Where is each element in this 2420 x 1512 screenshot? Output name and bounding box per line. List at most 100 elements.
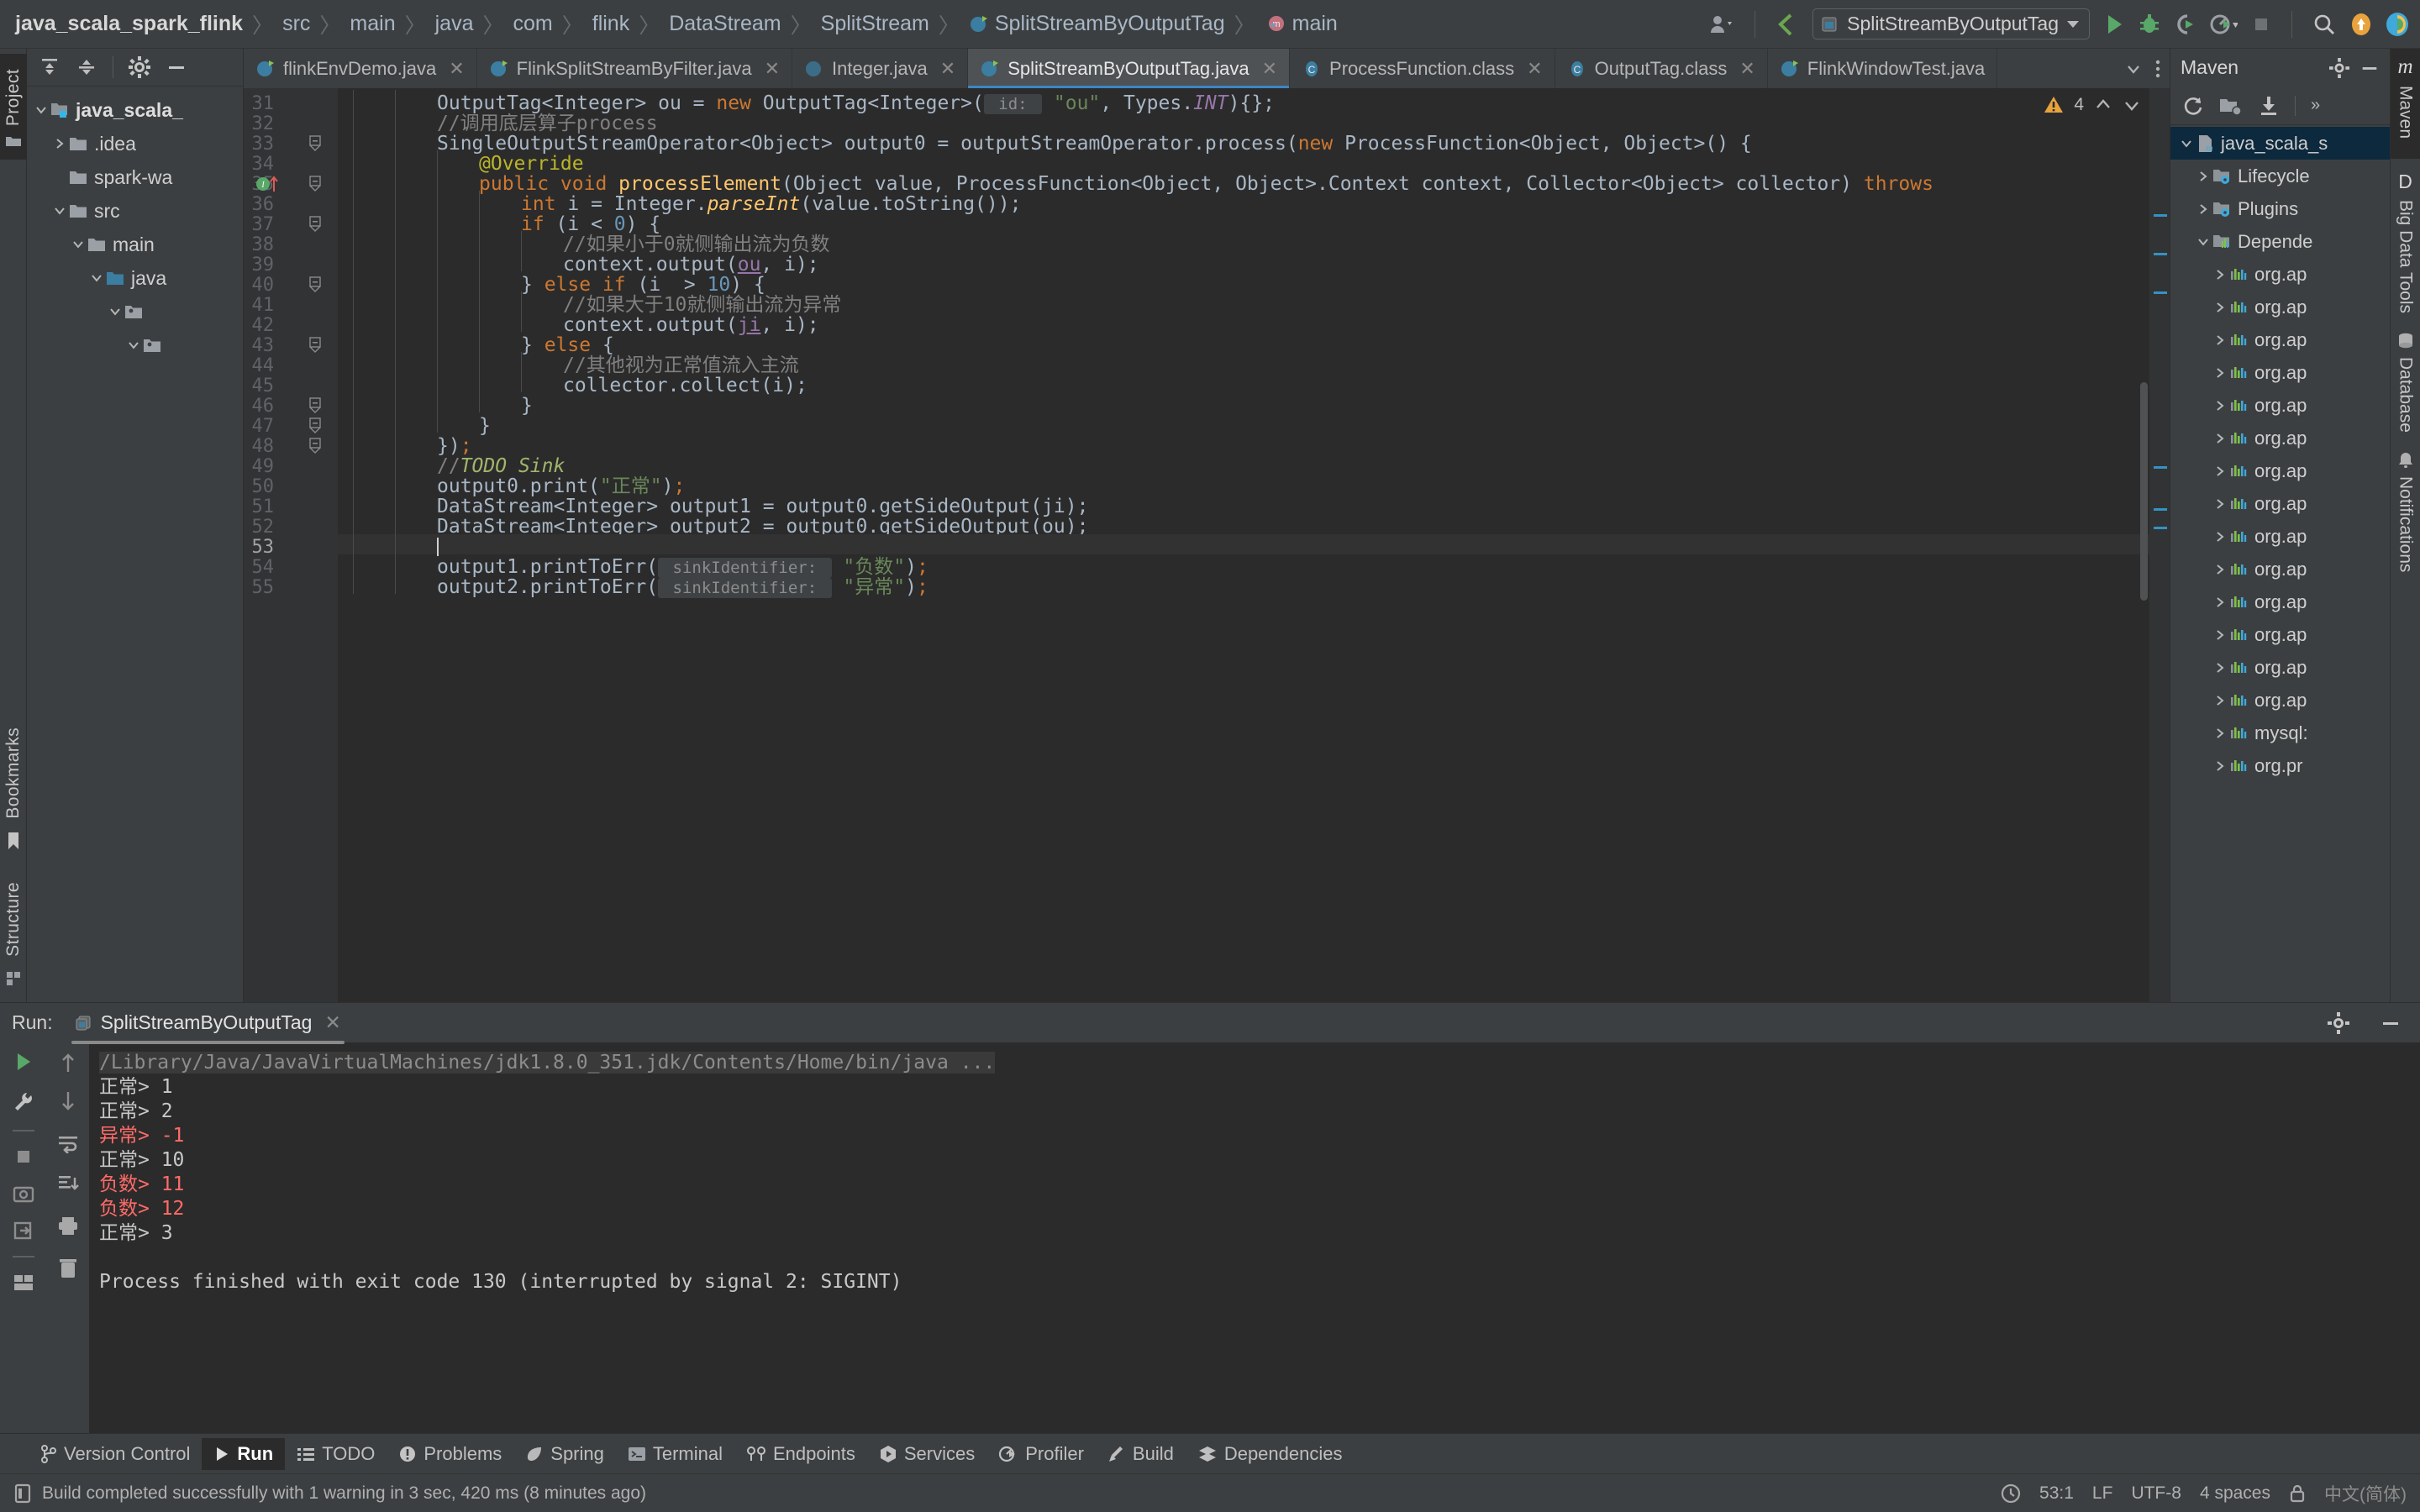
line-separator[interactable]: LF [2092, 1483, 2113, 1504]
chevron-right-icon[interactable] [2211, 496, 2229, 512]
run-icon[interactable] [2103, 13, 2125, 36]
code-line[interactable]: } [479, 416, 491, 436]
maven-tree[interactable]: mjava_scala_sLifecyclePluginsDependeorg.… [2170, 125, 2390, 1002]
previous-highlight-icon[interactable] [2094, 96, 2112, 114]
sidebar-item-project[interactable]: Project [3, 69, 24, 126]
chevron-right-icon[interactable] [2211, 398, 2229, 413]
maven-tree-item[interactable]: org.ap [2170, 258, 2390, 291]
stop-icon[interactable] [13, 1147, 34, 1167]
code-line[interactable]: context.output(ou, i); [563, 255, 819, 275]
chevron-right-icon[interactable] [2211, 693, 2229, 708]
maven-tree-item[interactable]: mysql: [2170, 717, 2390, 749]
maven-tree-item[interactable]: mjava_scala_s [2170, 127, 2390, 160]
reload-all-maven-projects-icon[interactable] [2182, 95, 2204, 117]
tool-window-button-terminal[interactable]: Terminal [616, 1438, 734, 1470]
export-icon[interactable] [13, 1221, 34, 1241]
chevron-right-icon[interactable] [2211, 300, 2229, 315]
breadcrumb-item-main[interactable]: mmain [1261, 12, 1341, 36]
code-line[interactable]: collector.collect(i); [563, 375, 808, 396]
run-tab[interactable]: SplitStreamByOutputTag ✕ [66, 1008, 350, 1037]
chevron-down-icon[interactable] [32, 102, 50, 118]
chevron-down-icon[interactable] [124, 338, 143, 353]
code-line[interactable]: if (i < 0) { [521, 214, 660, 234]
maven-tree-item[interactable]: Depende [2170, 225, 2390, 258]
chevron-right-icon[interactable] [2211, 333, 2229, 348]
more-actions-icon[interactable]: » [2311, 96, 2320, 115]
sidebar-item-bookmarks[interactable]: Bookmarks [3, 727, 24, 819]
sidebar-item-notifications[interactable]: Notifications [2396, 476, 2416, 572]
chevron-right-icon[interactable] [2211, 595, 2229, 610]
gear-icon[interactable] [2329, 58, 2349, 78]
print-icon[interactable] [57, 1215, 79, 1236]
indent-setting[interactable]: 4 spaces [2200, 1483, 2270, 1504]
code-line[interactable]: } else if (i > 10) { [521, 275, 765, 295]
scroll-to-end-icon[interactable] [57, 1173, 79, 1194]
code-line[interactable]: //如果小于0就侧输出流为负数 [563, 234, 830, 255]
fold-marker[interactable] [308, 175, 326, 192]
maven-tree-item[interactable]: org.ap [2170, 553, 2390, 585]
minimize-icon[interactable] [2360, 58, 2380, 78]
project-tree-item[interactable]: src [27, 194, 243, 228]
fold-marker[interactable] [308, 336, 326, 353]
inspection-widget[interactable]: 4 [2044, 95, 2141, 115]
soft-wrap-icon[interactable] [57, 1133, 79, 1153]
stop-icon[interactable] [2251, 14, 2271, 34]
sidebar-item-database[interactable]: Database [2396, 357, 2416, 433]
minimize-icon[interactable] [166, 56, 187, 78]
up-the-stack-icon[interactable] [59, 1053, 77, 1074]
ime-indicator[interactable]: 中文(简体) [2324, 1481, 2407, 1506]
project-tree-item[interactable] [27, 295, 243, 328]
next-highlight-icon[interactable] [2123, 96, 2141, 114]
chevron-down-icon[interactable] [69, 237, 87, 252]
code-line[interactable]: //TODO Sink [437, 456, 565, 476]
project-tree-item[interactable]: main [27, 228, 243, 261]
project-tree-item[interactable]: java_scala_ [27, 93, 243, 127]
maven-tree-item[interactable]: org.ap [2170, 651, 2390, 684]
maven-tree-item[interactable]: org.ap [2170, 520, 2390, 553]
code-line[interactable]: //如果大于10就侧输出流为异常 [563, 295, 841, 315]
gear-icon[interactable] [129, 56, 150, 78]
chevron-down-icon[interactable] [87, 270, 106, 286]
clear-all-icon[interactable] [58, 1257, 78, 1279]
breadcrumb[interactable]: java_scala_spark_flink〉src〉main〉java〉com… [12, 9, 1341, 39]
gear-icon[interactable] [2328, 1012, 2349, 1034]
code-line[interactable]: output0.print("正常"); [437, 476, 685, 496]
fold-marker[interactable] [308, 417, 326, 433]
chevron-down-icon[interactable] [106, 304, 124, 319]
code-view[interactable]: OutputTag<Integer> ou = new OutputTag<In… [338, 88, 2149, 1002]
maven-tree-item[interactable]: Plugins [2170, 192, 2390, 225]
maven-tree-item[interactable]: org.ap [2170, 454, 2390, 487]
breadcrumb-item-splitstream[interactable]: SplitStream [818, 12, 933, 36]
gutter-implements-icon[interactable]: I [255, 175, 284, 193]
tool-window-button-build[interactable]: Build [1096, 1438, 1186, 1470]
editor-gutter[interactable]: 3132333435I36373839404142434445464748495… [244, 88, 338, 1002]
tool-window-button-spring[interactable]: Spring [513, 1438, 616, 1470]
maven-tree-item[interactable]: org.ap [2170, 356, 2390, 389]
fold-marker[interactable] [308, 134, 326, 151]
chevron-right-icon[interactable] [2194, 169, 2212, 184]
tool-window-button-services[interactable]: Services [867, 1438, 986, 1470]
close-icon[interactable]: ✕ [1527, 58, 1542, 80]
fold-marker[interactable] [308, 276, 326, 292]
read-only-toggle-icon[interactable] [2289, 1483, 2306, 1504]
run-with-coverage-icon[interactable] [2174, 13, 2196, 36]
add-maven-project-icon[interactable] [2219, 96, 2243, 116]
chevron-right-icon[interactable] [2211, 267, 2229, 282]
project-tree-item[interactable]: java [27, 261, 243, 295]
tool-window-button-version-control[interactable]: Version Control [29, 1438, 202, 1470]
sidebar-item-structure[interactable]: Structure [3, 882, 24, 957]
rerun-icon[interactable] [13, 1051, 34, 1073]
maven-tree-item[interactable]: org.ap [2170, 585, 2390, 618]
editor-tab-flinkwindowtest-java[interactable]: FlinkWindowTest.java [1768, 49, 1998, 88]
fold-marker[interactable] [308, 396, 326, 413]
chevron-down-icon[interactable] [2067, 21, 2079, 28]
project-tree[interactable]: java_scala_.ideaspark-wasrcmainjava [27, 87, 243, 1002]
sidebar-item-bigdatatools[interactable]: Big Data Tools [2396, 200, 2416, 313]
project-tree-item[interactable]: .idea [27, 127, 243, 160]
editor-tab-integer-java[interactable]: Integer.java✕ [792, 49, 968, 88]
maven-tree-item[interactable]: org.ap [2170, 487, 2390, 520]
code-line[interactable]: @Override [479, 154, 584, 174]
maven-tree-item[interactable]: org.pr [2170, 749, 2390, 782]
code-line[interactable]: output2.printToErr( sinkIdentifier: "异常"… [437, 577, 929, 598]
user-account-icon[interactable] [1709, 13, 1734, 35]
